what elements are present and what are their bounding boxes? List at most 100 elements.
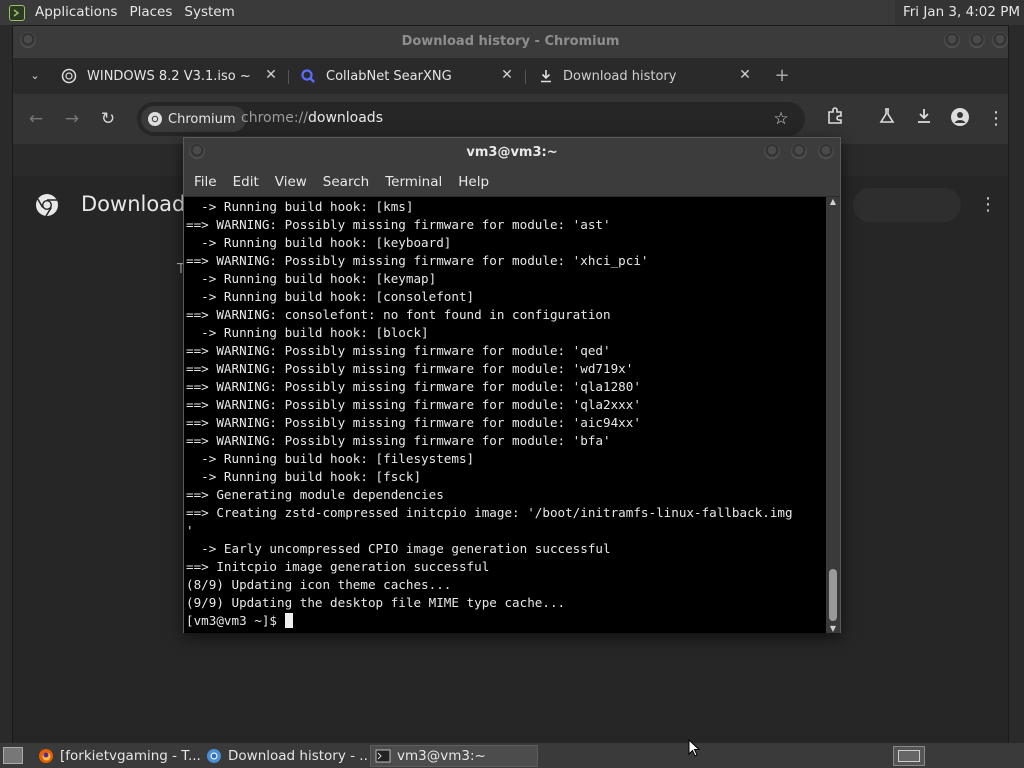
firefox-icon [39, 749, 53, 763]
task-label: [forkietvgaming - T... [60, 748, 200, 764]
terminal-line: ==> WARNING: Possibly missing firmware f… [186, 379, 641, 394]
taskbar-chromium[interactable]: Download history - ... [202, 745, 368, 767]
tab-label: Download history [563, 68, 677, 84]
chromium-icon [207, 749, 221, 763]
minimize-button[interactable] [944, 32, 960, 48]
tab-separator [288, 70, 289, 84]
page-title: Download [81, 192, 186, 216]
mouse-pointer-icon [688, 739, 700, 757]
terminal-line: ==> WARNING: Possibly missing firmware f… [186, 397, 641, 412]
show-desktop-icon[interactable] [3, 747, 23, 764]
taskbar-terminal[interactable]: vm3@vm3:~ [370, 745, 538, 767]
close-button[interactable] [992, 32, 1008, 48]
window-menu-button[interactable] [20, 32, 36, 48]
tab-close-icon[interactable]: ✕ [499, 67, 515, 83]
tab-pixeldrain[interactable]: WINDOWS 8.2 V3.1.iso ~ pix ✕ [61, 58, 279, 94]
extensions-icon[interactable] [823, 107, 847, 131]
terminal-line: -> Running build hook: [consolefont] [186, 289, 475, 304]
terminal-line: ==> WARNING: Possibly missing firmware f… [186, 217, 611, 232]
labs-flask-icon[interactable] [875, 107, 899, 131]
taskbar-firefox[interactable]: [forkietvgaming - T... [34, 745, 200, 767]
terminal-line: -> Running build hook: [keymap] [186, 271, 437, 286]
maximize-button[interactable] [791, 143, 807, 159]
terminal-line: (9/9) Updating the desktop file MIME typ… [186, 595, 566, 610]
download-icon [541, 70, 551, 83]
terminal-line: ==> WARNING: Possibly missing firmware f… [186, 253, 649, 268]
search-downloads-field[interactable] [853, 188, 961, 222]
system-menu[interactable]: System [178, 0, 240, 25]
tab-label: WINDOWS 8.2 V3.1.iso ~ pix [87, 68, 253, 84]
window-menu-button[interactable] [189, 143, 205, 159]
terminal-title: vm3@vm3:~ [466, 145, 558, 160]
menu-search[interactable]: Search [323, 174, 369, 190]
site-chip-label: Chromium [168, 111, 236, 127]
tab-close-icon[interactable]: ✕ [737, 67, 753, 83]
page-menu-icon[interactable]: ⋮ [979, 194, 997, 215]
chromium-titlebar[interactable]: Download history - Chromium [13, 26, 1008, 58]
terminal-line: ' [186, 523, 194, 538]
forward-icon[interactable]: → [60, 107, 84, 131]
close-button[interactable] [818, 143, 834, 159]
tab-searxng[interactable]: CollabNet SearXNG ✕ [300, 58, 515, 94]
terminal-prompt-line[interactable]: [vm3@vm3 ~]$ [186, 612, 293, 630]
terminal-line: ==> Creating zstd-compressed initcpio im… [186, 505, 793, 520]
chrome-logo-icon [36, 194, 58, 217]
workspace-switcher[interactable] [893, 746, 925, 766]
terminal-line: -> Running build hook: [kms] [186, 199, 414, 214]
terminal-line: (8/9) Updating icon theme caches... [186, 577, 452, 592]
tab-separator [525, 70, 526, 84]
site-info-chip[interactable]: Chromium [141, 106, 246, 132]
terminal-line: ==> WARNING: Possibly missing firmware f… [186, 433, 611, 448]
downloads-icon[interactable] [912, 107, 936, 131]
distro-logo-icon[interactable] [9, 4, 25, 21]
profile-avatar-icon[interactable] [948, 107, 972, 131]
terminal-cursor [284, 613, 293, 628]
terminal-window: vm3@vm3:~ File Edit View Search Terminal… [183, 137, 841, 633]
task-label: Download history - ... [228, 748, 368, 764]
terminal-line: ==> WARNING: Possibly missing firmware f… [186, 415, 641, 430]
top-panel: Applications Places System Fri Jan 3, 4:… [0, 0, 1024, 25]
terminal-line: -> Running build hook: [fsck] [186, 469, 422, 484]
reload-icon[interactable]: ↻ [96, 107, 120, 131]
tab-search-chevron-icon[interactable]: ⌄ [23, 64, 47, 88]
bottom-panel: [forkietvgaming - T... Download history … [0, 743, 1024, 768]
terminal-line: ==> Initcpio image generation successful [186, 559, 490, 574]
terminal-scrollbar[interactable]: ▲ ▼ [826, 197, 840, 633]
terminal-line: ==> WARNING: Possibly missing firmware f… [186, 343, 611, 358]
terminal-menubar: File Edit View Search Terminal Help [184, 167, 840, 197]
browser-menu-icon[interactable]: ⋮ [984, 107, 1008, 131]
places-menu[interactable]: Places [123, 0, 178, 25]
search-icon [301, 69, 315, 83]
back-icon[interactable]: ← [24, 107, 48, 131]
bookmark-star-icon[interactable]: ☆ [769, 107, 793, 131]
menu-file[interactable]: File [194, 174, 217, 190]
terminal-line: ==> WARNING: Possibly missing firmware f… [186, 361, 634, 376]
menu-view[interactable]: View [275, 174, 307, 190]
scrollbar-thumb[interactable] [829, 569, 837, 621]
terminal-line: -> Running build hook: [block] [186, 325, 429, 340]
applications-menu[interactable]: Applications [29, 0, 123, 25]
minimize-button[interactable] [764, 143, 780, 159]
terminal-line: -> Running build hook: [filesystems] [186, 451, 475, 466]
url-text[interactable]: chrome://downloads [241, 110, 383, 126]
menu-edit[interactable]: Edit [233, 174, 259, 190]
tab-download-history[interactable]: Download history ✕ [539, 58, 753, 94]
url-path: downloads [308, 110, 383, 126]
scroll-up-arrow-icon[interactable]: ▲ [826, 197, 840, 206]
workspace-thumbnail [898, 750, 920, 762]
omnibox[interactable]: Chromium chrome://downloads ☆ [137, 102, 805, 136]
maximize-button[interactable] [969, 32, 985, 48]
tab-close-icon[interactable]: ✕ [263, 67, 279, 83]
scroll-down-arrow-icon[interactable]: ▼ [826, 624, 840, 633]
menu-help[interactable]: Help [458, 174, 489, 190]
terminal-line: ==> Generating module dependencies [186, 487, 444, 502]
terminal-line: ==> WARNING: consolefont: no font found … [186, 307, 611, 322]
panel-clock[interactable]: Fri Jan 3, 4:02 PM [894, 0, 1024, 25]
terminal-output[interactable]: -> Running build hook: [kms] ==> WARNING… [184, 197, 826, 633]
new-tab-icon[interactable]: + [770, 64, 794, 88]
menu-terminal[interactable]: Terminal [385, 174, 442, 190]
task-label: vm3@vm3:~ [397, 748, 486, 764]
terminal-titlebar[interactable]: vm3@vm3:~ [184, 138, 840, 167]
chromium-logo-icon [148, 112, 162, 126]
url-scheme: chrome:// [241, 110, 308, 126]
